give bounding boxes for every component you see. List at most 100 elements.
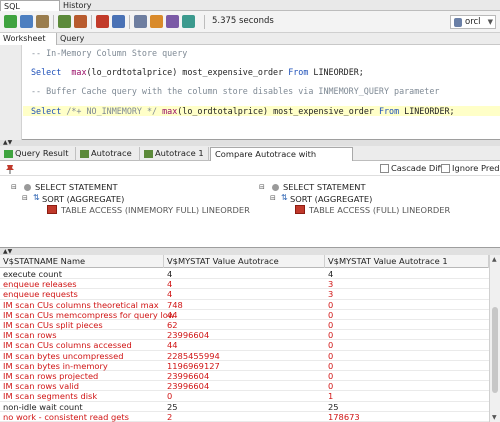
stat-name-cell: enqueue releases: [3, 279, 77, 290]
explain-plan-icon[interactable]: [36, 15, 49, 28]
commit-icon[interactable]: [74, 15, 87, 28]
plan-left-table-access[interactable]: TABLE ACCESS (INMEMORY FULL) LINEORDER: [61, 205, 250, 215]
table-row[interactable]: execute count 4 4: [0, 269, 489, 280]
table-row[interactable]: enqueue releases 4 3: [0, 279, 489, 290]
pin-icon[interactable]: [5, 164, 15, 174]
chevron-down-icon: ▼: [487, 18, 493, 26]
window-tab-strip: SQL Worksheet History: [0, 0, 500, 22]
connection-select[interactable]: orcl ▼: [450, 15, 496, 29]
sql-editor[interactable]: -- In-Memory Column Store query Select m…: [0, 45, 500, 140]
table-row[interactable]: IM scan CUs columns accessed 44 0: [0, 340, 489, 351]
table-row[interactable]: IM scan CUs columns theoretical max 748 0: [0, 300, 489, 310]
toolbar: 5.375 seconds orcl ▼: [0, 11, 500, 33]
autotrace-icon: [144, 150, 153, 158]
autotrace-icon: [80, 150, 89, 158]
autotrace-1-value-cell: 0: [328, 360, 334, 371]
editor-line-3: -- Buffer Cache query with the column st…: [31, 86, 440, 96]
autotrace-1-value-cell: 0: [328, 381, 334, 392]
compare-toolbar: Cascade Diff Ignore Pred: [0, 161, 500, 176]
autotrace-value-cell: 2: [167, 411, 173, 422]
autotrace-value-cell: 4: [167, 269, 173, 279]
autotrace-1-value-cell: 4: [328, 269, 334, 279]
tab-history[interactable]: History: [60, 0, 96, 11]
tab-sql-worksheet[interactable]: SQL Worksheet: [0, 0, 60, 22]
table-row[interactable]: IM scan rows projected 23996604 0: [0, 371, 489, 382]
stat-name-cell: non-idle wait count: [3, 401, 83, 412]
ignore-pred-label: Ignore Pred: [452, 163, 500, 173]
autotrace-value-cell: 4: [167, 279, 173, 290]
cancel-icon[interactable]: [112, 15, 125, 28]
collapse-icon[interactable]: ⊟: [11, 183, 17, 191]
editor-line-4: Select /*+ NO_INMEMORY */ max(lo_ordtota…: [23, 106, 500, 116]
history-icon[interactable]: [166, 15, 179, 28]
column-header-name[interactable]: V$STATNAME Name: [0, 255, 164, 268]
plan-compare-panel: ⊟ SELECT STATEMENT ⊟ ⇅ SORT (AGGREGATE) …: [0, 176, 500, 248]
statement-icon: [272, 184, 279, 191]
editor-line-1: -- In-Memory Column Store query: [31, 48, 188, 58]
stat-name-cell: IM scan CUs memcompress for query low: [3, 309, 175, 320]
autotrace-1-value-cell: 0: [328, 320, 334, 330]
plan-splitter[interactable]: ▲▼: [0, 248, 500, 255]
plan-right-table-access[interactable]: TABLE ACCESS (FULL) LINEORDER: [309, 205, 450, 215]
autotrace-value-cell: 4: [167, 289, 173, 300]
autotrace-value-cell: 23996604: [167, 371, 210, 381]
plan-right-sort[interactable]: SORT (AGGREGATE): [290, 194, 372, 204]
run-statement-icon[interactable]: [4, 15, 17, 28]
cascade-diff-checkbox[interactable]: [380, 164, 389, 173]
table-row[interactable]: enqueue requests 4 3: [0, 289, 489, 300]
table-row[interactable]: IM scan rows 23996604 0: [0, 330, 489, 341]
plan-right-select[interactable]: SELECT STATEMENT: [283, 182, 366, 192]
stat-name-cell: IM scan segments disk: [3, 391, 98, 402]
database-icon: [454, 18, 462, 27]
result-tab-strip: Query Result Autotrace Autotrace 1 Compa…: [0, 146, 500, 172]
column-header-autotrace[interactable]: V$MYSTAT Value Autotrace: [164, 255, 325, 268]
collapse-icon[interactable]: ⊟: [22, 194, 28, 202]
scrollbar-thumb[interactable]: [492, 307, 498, 393]
grid-scrollbar[interactable]: ▲ ▼: [489, 255, 500, 422]
plan-left-select[interactable]: SELECT STATEMENT: [35, 182, 118, 192]
tab-label: Autotrace: [91, 148, 132, 158]
table-row[interactable]: IM scan segments disk 0 1: [0, 391, 489, 402]
plan-left-sort[interactable]: SORT (AGGREGATE): [42, 194, 124, 204]
table-row[interactable]: IM scan CUs memcompress for query low 44 0: [0, 310, 489, 320]
stat-name-cell: IM scan rows projected: [3, 371, 99, 381]
scroll-down-icon[interactable]: ▼: [492, 414, 497, 421]
autotrace-1-value-cell: 1: [328, 391, 334, 402]
autotrace-1-value-cell: 3: [328, 279, 334, 290]
stat-name-cell: execute count: [3, 269, 62, 279]
autotrace-icon[interactable]: [58, 15, 71, 28]
table-row[interactable]: IM scan bytes in-memory 1196969127 0: [0, 361, 489, 371]
tab-autotrace-1[interactable]: Autotrace 1: [142, 147, 209, 161]
sort-icon: ⇅: [33, 193, 40, 202]
format-icon[interactable]: [182, 15, 195, 28]
stat-name-cell: IM scan rows: [3, 330, 57, 341]
run-script-icon[interactable]: [20, 15, 33, 28]
collapse-icon[interactable]: ⊟: [259, 183, 265, 191]
tab-worksheet[interactable]: Worksheet: [0, 33, 57, 45]
autotrace-1-value-cell: 0: [328, 371, 334, 381]
table-row[interactable]: IM scan bytes uncompressed 2285455994 0: [0, 351, 489, 361]
sql-tuning-icon[interactable]: [134, 15, 147, 28]
stat-name-cell: enqueue requests: [3, 289, 78, 300]
ignore-pred-checkbox[interactable]: [441, 164, 450, 173]
tab-autotrace[interactable]: Autotrace: [78, 147, 140, 161]
table-row[interactable]: IM scan CUs split pieces 62 0: [0, 320, 489, 331]
stat-name-cell: no work - consistent read gets: [3, 411, 129, 422]
autotrace-value-cell: 0: [167, 391, 173, 402]
table-row[interactable]: no work - consistent read gets 2 178673: [0, 412, 489, 422]
scroll-up-icon[interactable]: ▲: [492, 256, 497, 263]
column-header-autotrace-1[interactable]: V$MYSTAT Value Autotrace 1: [325, 255, 489, 268]
tab-compare-autotrace[interactable]: Compare Autotrace with Autotrace 1: [210, 147, 353, 172]
editor-line-2: Select max(lo_ordtotalprice) most_expens…: [31, 67, 364, 77]
table-row[interactable]: non-idle wait count 25 25: [0, 402, 489, 412]
collapse-icon[interactable]: ⊟: [270, 194, 276, 202]
stat-name-cell: IM scan bytes in-memory: [3, 360, 108, 371]
table-row[interactable]: IM scan rows valid 23996604 0: [0, 381, 489, 392]
toolbar-separator: [53, 15, 54, 29]
rollback-icon[interactable]: [96, 15, 109, 28]
autotrace-value-cell: 44: [167, 340, 178, 351]
clear-icon[interactable]: [150, 15, 163, 28]
tab-query-builder[interactable]: Query Builder: [57, 33, 117, 55]
run-icon: [4, 150, 13, 158]
tab-query-result[interactable]: Query Result: [2, 147, 76, 161]
